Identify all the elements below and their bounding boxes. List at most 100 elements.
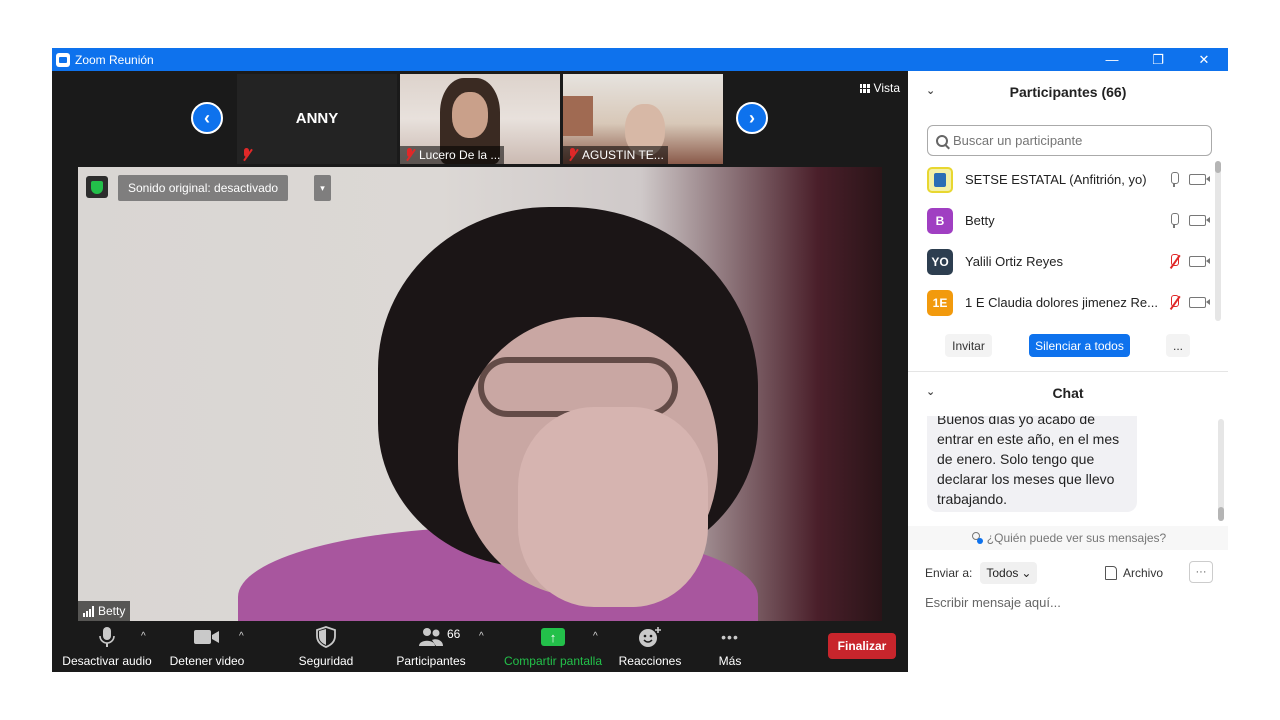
audio-options-caret[interactable]: ^	[141, 631, 146, 642]
main-speaker-video: Sonido original: desactivado ▾ Betty	[78, 167, 882, 621]
view-button[interactable]: Vista	[859, 81, 900, 95]
microphone-icon[interactable]	[1168, 171, 1180, 188]
share-options-caret[interactable]: ^	[593, 631, 598, 642]
next-page-button[interactable]: ›	[736, 102, 768, 134]
side-panel: ⌄ Participantes (66) SETSE ESTATAL (Anfi…	[908, 71, 1228, 672]
video-label: Detener video	[169, 654, 245, 668]
search-icon	[936, 134, 948, 147]
view-label: Vista	[873, 81, 900, 95]
thumbnail-agustin[interactable]: AGUSTIN TE...	[563, 74, 723, 164]
close-button[interactable]: ✕	[1181, 48, 1227, 71]
mic-muted-icon[interactable]	[1168, 253, 1180, 270]
video-options-caret[interactable]: ^	[239, 631, 244, 642]
person-icon	[970, 532, 983, 544]
thumbnail-anny[interactable]: ANNY	[237, 74, 397, 164]
chat-message-input[interactable]	[925, 591, 1215, 613]
logo-icon	[934, 172, 946, 187]
mic-muted-icon	[404, 148, 415, 162]
video-camera-icon[interactable]	[1189, 215, 1210, 226]
meeting-toolbar: Desactivar audio ^ Detener video ^ Segur…	[52, 621, 908, 672]
avatar: 1E	[927, 289, 953, 316]
participant-name: ANNY	[295, 110, 339, 127]
privacy-label: ¿Quién puede ver sus mensajes?	[986, 531, 1167, 545]
collapse-chevron-icon[interactable]: ⌄	[926, 385, 935, 398]
participants-scrollbar[interactable]	[1215, 161, 1221, 321]
chevron-right-icon: ›	[749, 107, 755, 128]
chat-scrollbar[interactable]	[1218, 419, 1224, 521]
people-icon	[418, 625, 444, 649]
zoom-window: Zoom Reunión — ❐ ✕ ‹ ANNY Lucero De la .…	[52, 48, 1228, 672]
chat-title: Chat	[1052, 385, 1084, 401]
file-button[interactable]: Archivo	[1105, 561, 1163, 585]
zoom-logo-icon	[56, 52, 70, 67]
avatar: YO	[927, 248, 953, 275]
thumbnail-name: AGUSTIN TE...	[582, 148, 664, 162]
mute-all-button[interactable]: Silenciar a todos	[1029, 334, 1130, 357]
send-to-label: Enviar a:	[925, 566, 973, 580]
title-bar: Zoom Reunión — ❐ ✕	[52, 48, 1228, 71]
video-camera-icon	[194, 625, 220, 649]
meeting-area: ‹ ANNY Lucero De la ... AGUSTIN TE... › …	[52, 71, 908, 672]
participant-search[interactable]	[927, 125, 1212, 156]
participants-header: ⌄ Participantes (66)	[908, 71, 1228, 113]
reactions-button[interactable]: Reacciones	[616, 625, 684, 668]
grid-view-icon	[859, 83, 870, 93]
microphone-icon[interactable]	[1168, 212, 1180, 229]
video-camera-icon[interactable]	[1189, 174, 1210, 185]
smiley-icon	[638, 625, 662, 649]
end-meeting-button[interactable]: Finalizar	[828, 633, 896, 659]
video-button[interactable]: Detener video	[164, 625, 250, 668]
participants-label: Participantes	[396, 654, 466, 668]
mic-muted-icon	[567, 148, 578, 162]
share-label: Compartir pantalla	[503, 654, 603, 668]
invite-button[interactable]: Invitar	[945, 334, 992, 357]
send-to-value: Todos	[986, 566, 1019, 580]
participant-search-input[interactable]	[953, 133, 1193, 148]
window-title: Zoom Reunión	[75, 52, 154, 67]
share-screen-button[interactable]: ↑ Compartir pantalla	[502, 625, 604, 668]
thumbnail-label	[237, 146, 256, 164]
chat-privacy-link[interactable]: ¿Quién puede ver sus mensajes?	[908, 526, 1228, 550]
encryption-shield-icon[interactable]	[86, 176, 108, 198]
participant-row[interactable]: SETSE ESTATAL (Anfitrión, yo)	[927, 159, 1212, 200]
file-icon	[1105, 566, 1117, 580]
send-to-row: Enviar a: Todos ⌄ Archivo ···	[925, 561, 1215, 585]
chevron-left-icon: ‹	[204, 107, 210, 128]
restore-button[interactable]: ❐	[1135, 48, 1181, 71]
signal-bars-icon	[83, 605, 94, 617]
participants-more-button[interactable]: ...	[1166, 334, 1190, 357]
mic-muted-icon	[241, 148, 252, 162]
more-dots-icon: •••	[721, 629, 739, 645]
collapse-chevron-icon[interactable]: ⌄	[926, 84, 935, 97]
security-button[interactable]: Seguridad	[292, 625, 360, 668]
microphone-icon	[99, 625, 115, 649]
participant-name: Betty	[965, 213, 995, 228]
original-sound-button[interactable]: Sonido original: desactivado	[118, 175, 289, 201]
video-camera-icon[interactable]	[1189, 297, 1210, 308]
participant-row[interactable]: 1E 1 E Claudia dolores jimenez Re...	[927, 282, 1212, 323]
send-to-dropdown[interactable]: Todos ⌄	[980, 562, 1038, 584]
thumbnail-label: Lucero De la ...	[400, 146, 505, 164]
original-sound-dropdown[interactable]: ▾	[314, 175, 331, 201]
prev-page-button[interactable]: ‹	[191, 102, 223, 134]
chat-message-text: Buenos días yo acabo de entrar en este a…	[937, 416, 1120, 507]
minimize-button[interactable]: —	[1089, 48, 1135, 71]
file-label: Archivo	[1123, 566, 1164, 580]
chat-more-button[interactable]: ···	[1189, 561, 1213, 583]
audio-button[interactable]: Desactivar audio	[62, 625, 152, 668]
speaker-name: Betty	[98, 604, 126, 618]
thumbnail-lucero[interactable]: Lucero De la ...	[400, 74, 560, 164]
chevron-down-icon: ⌄	[1021, 566, 1032, 580]
participants-options-caret[interactable]: ^	[479, 631, 484, 642]
thumbnail-name: Lucero De la ...	[419, 148, 501, 162]
security-label: Seguridad	[298, 654, 354, 668]
audio-label: Desactivar audio	[62, 654, 152, 668]
participant-row[interactable]: YO Yalili Ortiz Reyes	[927, 241, 1212, 282]
participant-row[interactable]: B Betty	[927, 200, 1212, 241]
video-camera-icon[interactable]	[1189, 256, 1210, 267]
more-button[interactable]: ••• Más	[708, 625, 752, 668]
more-label: Más	[718, 654, 742, 668]
mic-muted-icon[interactable]	[1168, 294, 1180, 311]
share-arrow-icon: ↑	[541, 628, 565, 646]
thumbnail-label: AGUSTIN TE...	[563, 146, 668, 164]
